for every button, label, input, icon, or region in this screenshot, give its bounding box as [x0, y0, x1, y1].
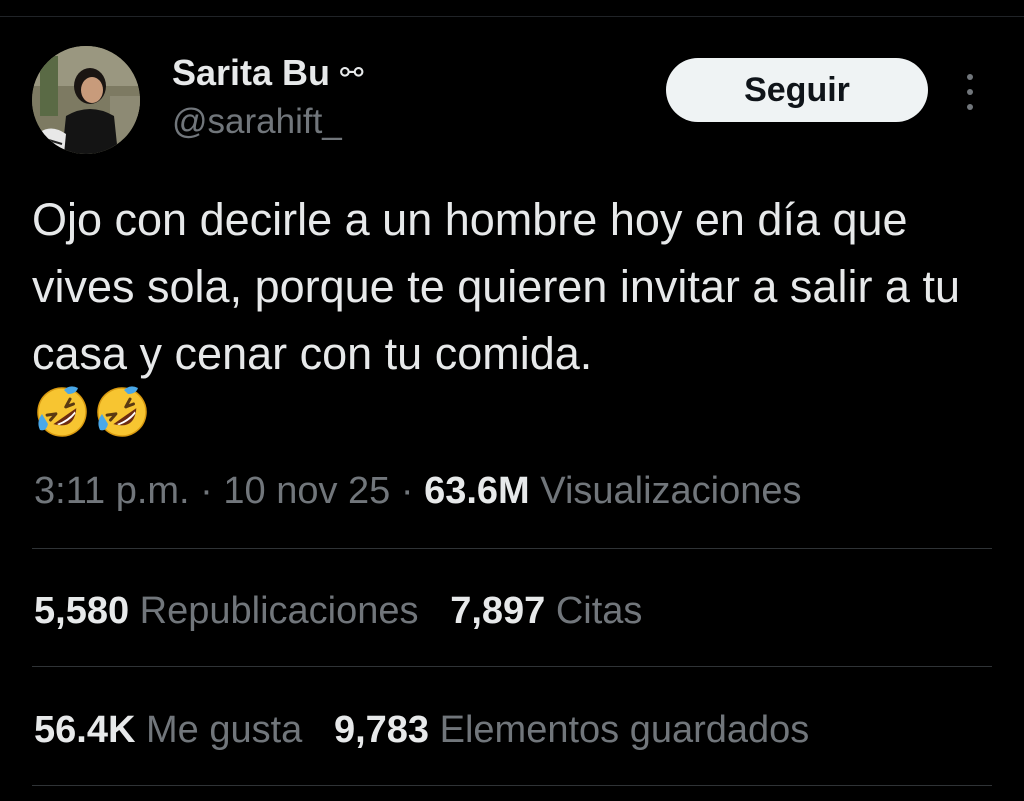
divider — [32, 548, 992, 549]
divider — [32, 666, 992, 667]
reposts-stat[interactable]: 5,580 Republicaciones — [34, 590, 429, 632]
tweet-time[interactable]: 3:11 p.m. — [34, 470, 190, 512]
divider — [32, 785, 992, 786]
views-label: Visualizaciones — [540, 470, 802, 512]
quotes-label: Citas — [555, 590, 643, 632]
quotes-stat[interactable]: 7,897 Citas — [450, 590, 642, 632]
display-name[interactable]: Sarita Bu — [172, 52, 330, 94]
follow-button[interactable]: Seguir — [666, 58, 928, 122]
avatar[interactable] — [32, 46, 140, 154]
tweet-date[interactable]: 10 nov 25 — [223, 470, 390, 512]
user-handle[interactable]: @sarahift_ — [172, 100, 364, 144]
stats-row-reposts-quotes: 5,580 Republicaciones 7,897 Citas — [34, 586, 642, 636]
more-options-icon[interactable] — [958, 74, 982, 110]
link-glyph-icon: ⚯ — [340, 56, 364, 89]
meta-separator: · — [400, 470, 414, 512]
name-row: Sarita Bu ⚯ — [172, 52, 364, 94]
bookmarks-stat[interactable]: 9,783 Elementos guardados — [334, 709, 809, 751]
meta-separator: · — [200, 470, 213, 512]
bookmarks-label: Elementos guardados — [439, 709, 810, 751]
reposts-count: 5,580 — [34, 590, 130, 632]
emoji-row — [34, 384, 150, 440]
likes-count: 56.4K — [34, 709, 136, 751]
reposts-label: Republicaciones — [139, 590, 419, 632]
likes-stat[interactable]: 56.4K Me gusta — [34, 709, 313, 751]
rolling-on-floor-laughing-icon — [97, 386, 147, 437]
bookmarks-count: 9,783 — [333, 709, 430, 751]
views-count: 63.6M — [424, 470, 530, 512]
tweet-meta: 3:11 p.m. · 10 nov 25 · 63.6M Visualizac… — [34, 466, 802, 516]
rolling-on-floor-laughing-icon — [37, 386, 87, 437]
avatar-photo — [32, 46, 140, 154]
stats-row-likes-bookmarks: 56.4K Me gusta 9,783 Elementos guardados — [34, 705, 809, 755]
quotes-count: 7,897 — [450, 590, 546, 632]
top-divider — [0, 16, 1024, 17]
likes-label: Me gusta — [145, 709, 303, 751]
tweet-text: Ojo con decirle a un hombre hoy en día q… — [32, 194, 960, 379]
author-block[interactable]: Sarita Bu ⚯ @sarahift_ — [172, 52, 364, 144]
